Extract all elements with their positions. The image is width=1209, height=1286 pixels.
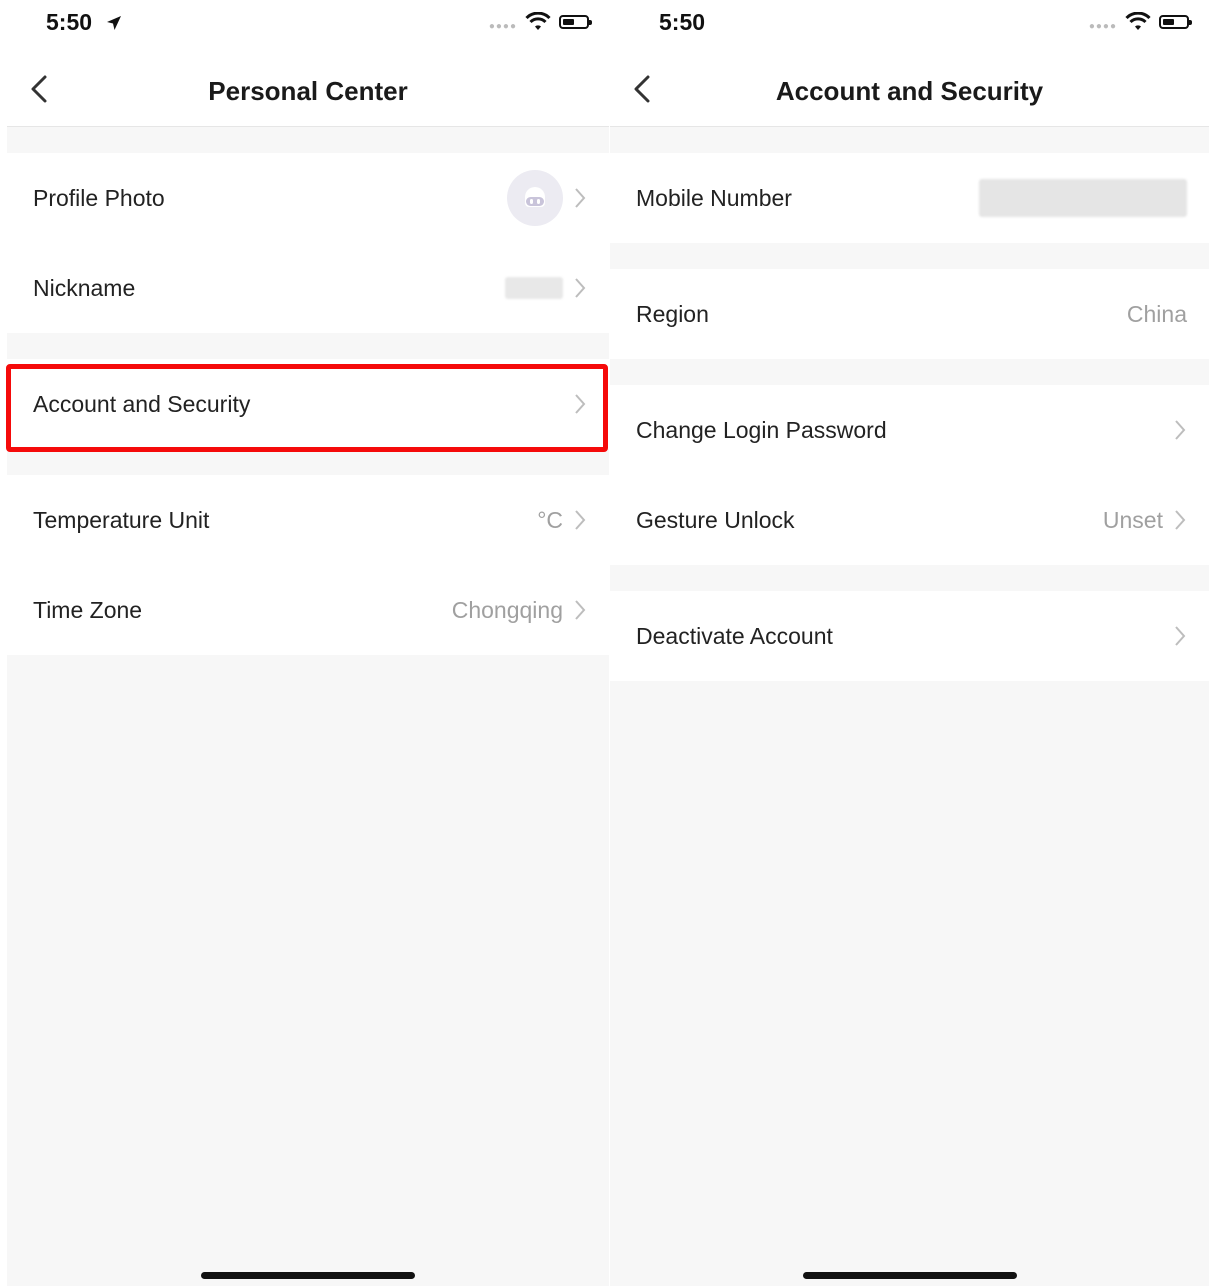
row-label: Time Zone (33, 596, 143, 623)
gesture-unlock-row[interactable]: Gesture Unlock Unset (610, 475, 1209, 565)
row-label: Mobile Number (636, 184, 792, 211)
chevron-right-icon (575, 188, 586, 208)
status-icons: ●●●● (1088, 12, 1192, 32)
mobile-number-row: Mobile Number (610, 153, 1209, 243)
status-icons: ●●●● (488, 12, 592, 32)
temperature-unit-row[interactable]: Temperature Unit °C (7, 475, 609, 565)
status-bar: 5:50 ●●●● (7, 0, 609, 50)
chevron-right-icon (575, 394, 586, 414)
time-zone-row[interactable]: Time Zone Chongqing (7, 565, 609, 655)
row-label: Gesture Unlock (636, 506, 795, 533)
personal-center-screen: 5:50 ●●●● Personal Center Profile Photo (7, 0, 609, 1286)
mobile-number-value-redacted (979, 179, 1187, 217)
temperature-unit-value: °C (537, 506, 563, 533)
change-login-password-row[interactable]: Change Login Password (610, 385, 1209, 475)
status-bar: 5:50 ●●●● (610, 0, 1209, 50)
home-indicator (802, 1272, 1017, 1279)
profile-photo-row[interactable]: Profile Photo (7, 153, 609, 243)
row-label: Account and Security (33, 390, 251, 417)
status-time: 5:50 (659, 9, 706, 35)
region-value: China (1126, 300, 1187, 327)
chevron-right-icon (575, 600, 586, 620)
row-label: Region (636, 300, 709, 327)
account-security-row[interactable]: Account and Security (7, 359, 609, 449)
battery-icon (1159, 15, 1192, 29)
location-arrow-icon (107, 16, 121, 30)
page-title: Account and Security (775, 76, 1044, 106)
avatar (507, 170, 563, 226)
chevron-right-icon (1175, 626, 1186, 646)
row-label: Temperature Unit (33, 506, 210, 533)
row-label: Change Login Password (636, 416, 887, 443)
signal-icon: ●●●● (1088, 20, 1117, 32)
chevron-right-icon (575, 510, 586, 530)
navigation-bar: Personal Center (7, 50, 609, 127)
account-security-screen: 5:50 ●●●● Account and Security Mobile Nu… (610, 0, 1209, 1286)
navigation-bar: Account and Security (610, 50, 1209, 127)
gesture-unlock-value: Unset (1102, 506, 1163, 533)
robot-avatar-icon (525, 187, 545, 207)
status-time: 5:50 (46, 9, 93, 35)
page-title: Personal Center (208, 76, 408, 106)
wifi-icon (1125, 12, 1151, 30)
home-indicator (201, 1272, 415, 1279)
row-label: Deactivate Account (636, 622, 833, 649)
battery-icon (559, 15, 592, 29)
nickname-value-redacted (505, 277, 563, 299)
deactivate-account-row[interactable]: Deactivate Account (610, 591, 1209, 681)
nickname-row[interactable]: Nickname (7, 243, 609, 333)
row-label: Profile Photo (33, 184, 165, 211)
region-row: Region China (610, 269, 1209, 359)
time-zone-value: Chongqing (451, 596, 563, 623)
signal-icon: ●●●● (488, 20, 517, 32)
row-label: Nickname (33, 274, 136, 301)
chevron-right-icon (575, 278, 586, 298)
chevron-right-icon (1175, 420, 1186, 440)
wifi-icon (525, 12, 551, 30)
chevron-right-icon (1175, 510, 1186, 530)
